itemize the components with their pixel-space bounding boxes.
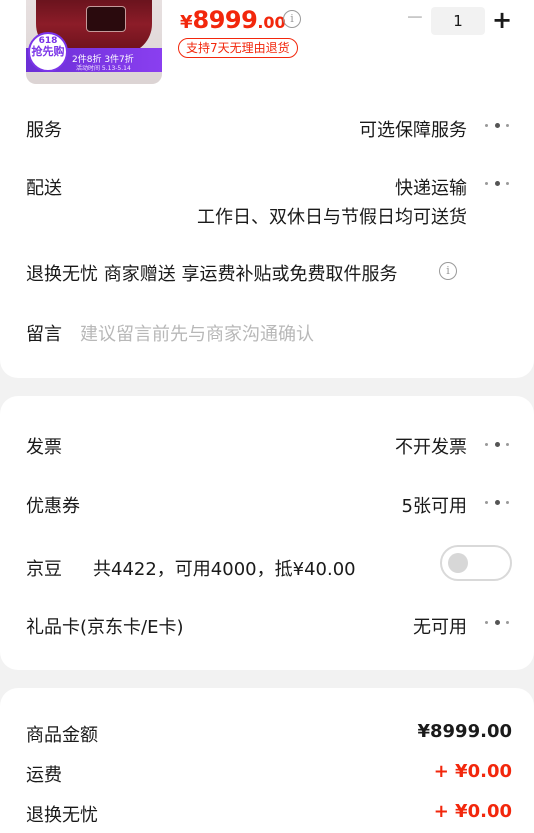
- return-fee-amount: + ¥0.00: [433, 801, 512, 822]
- goods-amount-label: 商品金额: [26, 725, 98, 746]
- product-thumbnail[interactable]: 618 抢先购 2件8折 3件7折 活动时间 5.13-5.14: [26, 0, 162, 84]
- coupon-more-icon[interactable]: [484, 498, 512, 508]
- giftcard-label: 礼品卡(京东卡/E卡): [26, 617, 184, 638]
- jingdou-label: 京豆: [26, 559, 62, 580]
- quantity-input[interactable]: 1: [431, 7, 485, 35]
- return-service-text: 退换无忧 商家赠送 享运费补贴或免费取件服务: [26, 264, 398, 285]
- promo-badge-text: 抢先购: [31, 45, 65, 58]
- service-value[interactable]: 可选保障服务: [359, 116, 467, 142]
- quantity-increase-button[interactable]: +: [490, 8, 514, 32]
- jingdou-toggle[interactable]: [440, 545, 512, 581]
- cooker-control-panel: [86, 6, 126, 32]
- coupon-value[interactable]: 5张可用: [402, 492, 467, 518]
- delivery-more-icon[interactable]: [484, 179, 512, 189]
- service-label: 服务: [26, 120, 62, 141]
- promo-date-text: 活动时间 5.13-5.14: [76, 65, 131, 72]
- delivery-value[interactable]: 快递运输: [395, 174, 467, 200]
- jingdou-value: 共4422，可用4000，抵¥40.00: [93, 559, 356, 580]
- message-label: 留言: [26, 324, 62, 345]
- return-service-info-icon[interactable]: i: [439, 262, 457, 280]
- price-info-icon[interactable]: i: [283, 10, 301, 28]
- shipping-label: 运费: [26, 765, 62, 786]
- delivery-note: 工作日、双休日与节假日均可送货: [197, 207, 467, 228]
- giftcard-value[interactable]: 无可用: [413, 613, 467, 639]
- price-symbol: ¥: [180, 12, 193, 33]
- message-input[interactable]: 建议留言前先与商家沟通确认: [80, 320, 314, 346]
- price-integer: 8999: [192, 6, 258, 34]
- toggle-knob: [448, 553, 468, 573]
- invoice-label: 发票: [26, 437, 62, 458]
- amount-summary-card: 商品金额 ¥8999.00 运费 + ¥0.00 退换无忧 + ¥0.00: [0, 688, 534, 833]
- invoice-more-icon[interactable]: [484, 440, 512, 450]
- product-price: ¥8999.00: [180, 6, 286, 34]
- promo-618-badge: 618 抢先购: [28, 32, 68, 72]
- price-decimal: .00: [257, 13, 286, 32]
- return-fee-label: 退换无忧: [26, 805, 98, 826]
- delivery-label: 配送: [26, 178, 62, 199]
- goods-amount-value: ¥8999.00: [417, 721, 512, 742]
- order-options-card: 618 抢先购 2件8折 3件7折 活动时间 5.13-5.14 ¥8999.0…: [0, 0, 534, 378]
- payment-options-card: 发票 不开发票 优惠券 5张可用 京豆 共4422，可用4000，抵¥40.00…: [0, 396, 534, 670]
- giftcard-more-icon[interactable]: [484, 618, 512, 628]
- return-policy-badge: 支持7天无理由退货: [178, 38, 298, 58]
- service-more-icon[interactable]: [484, 121, 512, 131]
- quantity-decrease-button[interactable]: −: [404, 7, 426, 30]
- invoice-value[interactable]: 不开发票: [395, 433, 467, 459]
- coupon-label: 优惠券: [26, 496, 80, 517]
- shipping-amount: + ¥0.00: [433, 761, 512, 782]
